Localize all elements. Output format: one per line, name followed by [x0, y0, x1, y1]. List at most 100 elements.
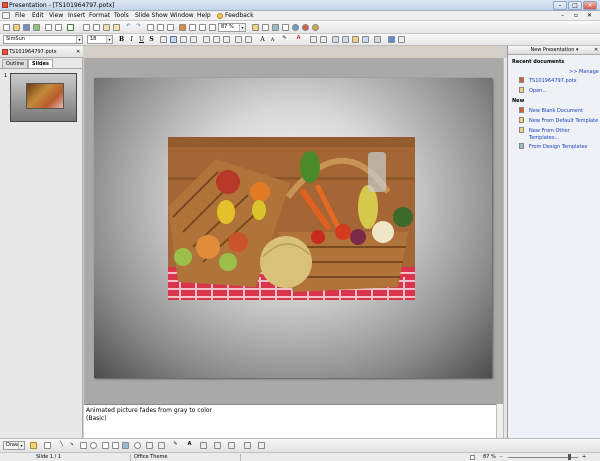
- align-center-icon[interactable]: [170, 36, 177, 43]
- document-tab[interactable]: TS101964797.potx ✕: [0, 46, 83, 58]
- menu-file[interactable]: File: [15, 12, 25, 19]
- zoom-slider-handle[interactable]: [568, 454, 571, 460]
- menu-help[interactable]: Help: [197, 12, 211, 19]
- numbering-icon[interactable]: [235, 36, 242, 43]
- task-pane-header[interactable]: New Presentation ▾: [508, 46, 600, 55]
- connector-icon[interactable]: [122, 442, 129, 449]
- text-color-icon[interactable]: A: [186, 442, 193, 449]
- print-preview-icon[interactable]: [55, 24, 62, 31]
- close-button[interactable]: ✕: [583, 1, 597, 10]
- copy-icon[interactable]: [93, 24, 100, 31]
- shadow-icon[interactable]: [146, 442, 153, 449]
- grid-icon[interactable]: [199, 24, 206, 31]
- underline-button[interactable]: U: [137, 36, 146, 44]
- maximize-button[interactable]: □: [568, 1, 582, 10]
- text-icon[interactable]: [102, 442, 109, 449]
- italic-button[interactable]: I: [127, 36, 136, 44]
- design-templates-link[interactable]: From Design Templates: [529, 144, 587, 150]
- manage-link[interactable]: >> Manage: [569, 69, 599, 75]
- stop-icon[interactable]: [302, 24, 309, 31]
- line-style-icon[interactable]: [200, 442, 207, 449]
- tab-slides[interactable]: Slides: [28, 59, 53, 68]
- menu-window[interactable]: Window: [170, 12, 194, 19]
- paste-icon[interactable]: [103, 24, 110, 31]
- line-spacing-1-icon[interactable]: [203, 36, 210, 43]
- doc-restore-button[interactable]: ▫: [574, 12, 578, 19]
- decrease-indent-icon[interactable]: [310, 36, 317, 43]
- arrow-icon[interactable]: ↘: [68, 442, 75, 449]
- slide-transition-icon[interactable]: [362, 36, 369, 43]
- align-left-icon[interactable]: [160, 36, 167, 43]
- new-blank-link[interactable]: New Blank Document: [529, 108, 583, 114]
- bold-button[interactable]: B: [117, 36, 126, 44]
- slide-sorter-icon[interactable]: [282, 24, 289, 31]
- line-spacing-2-icon[interactable]: [223, 36, 230, 43]
- close-icon[interactable]: ✕: [76, 46, 80, 58]
- navigator-icon[interactable]: [189, 24, 196, 31]
- rotate-icon[interactable]: [134, 442, 141, 449]
- menu-insert[interactable]: Insert: [68, 12, 85, 19]
- font-size-combo[interactable]: 18 ▾: [87, 35, 113, 44]
- menu-view[interactable]: View: [49, 12, 63, 19]
- dash-style-icon[interactable]: [214, 442, 221, 449]
- select-icon[interactable]: [30, 442, 37, 449]
- list-view-icon[interactable]: [398, 36, 405, 43]
- rectangle-icon[interactable]: [80, 442, 87, 449]
- export-icon[interactable]: [33, 24, 40, 31]
- home-icon[interactable]: [272, 24, 279, 31]
- chart-icon[interactable]: [147, 24, 154, 31]
- open-icon[interactable]: [13, 24, 20, 31]
- 3d-icon[interactable]: [158, 442, 165, 449]
- view-icon[interactable]: [470, 455, 475, 460]
- redo-icon[interactable]: ↷: [135, 24, 142, 31]
- arrow-style-icon[interactable]: [228, 442, 235, 449]
- table-icon[interactable]: [157, 24, 164, 31]
- increase-indent-icon[interactable]: [320, 36, 327, 43]
- print-icon[interactable]: [45, 24, 52, 31]
- assistant-icon[interactable]: [262, 24, 269, 31]
- spellcheck-icon[interactable]: [67, 24, 74, 31]
- menu-feedback[interactable]: Feedback: [225, 12, 254, 19]
- find-icon[interactable]: [252, 24, 259, 31]
- new-slide-icon[interactable]: [342, 36, 349, 43]
- new-default-template-link[interactable]: New From Default Template: [529, 118, 598, 124]
- zoom-in-icon[interactable]: +: [582, 453, 586, 461]
- menu-edit[interactable]: Edit: [32, 12, 44, 19]
- color-icon[interactable]: [312, 24, 319, 31]
- help-icon[interactable]: [292, 24, 299, 31]
- cut-icon[interactable]: [83, 24, 90, 31]
- slide-design-icon[interactable]: [332, 36, 339, 43]
- menu-format[interactable]: Format: [89, 12, 110, 19]
- zoom-combo[interactable]: 87 % ▾: [218, 23, 246, 32]
- format-painter-icon[interactable]: [113, 24, 120, 31]
- menu-slide-show[interactable]: Slide Show: [135, 12, 168, 19]
- minimize-button[interactable]: –: [553, 1, 567, 10]
- grow-font-button[interactable]: A: [258, 36, 267, 44]
- new-other-templates-link-cont[interactable]: Templates...: [529, 135, 559, 141]
- hyperlink-icon[interactable]: [179, 24, 186, 31]
- doc-minimize-button[interactable]: –: [561, 12, 564, 19]
- shrink-font-button[interactable]: A: [268, 36, 277, 44]
- line-icon[interactable]: ╲: [58, 442, 65, 449]
- save-icon[interactable]: [23, 24, 30, 31]
- highlight-icon[interactable]: ✎: [281, 36, 288, 43]
- fruit-basket-photo[interactable]: [168, 137, 415, 300]
- group-icon[interactable]: [44, 442, 51, 449]
- slide-layout-icon[interactable]: [209, 24, 216, 31]
- line-spacing-15-icon[interactable]: [213, 36, 220, 43]
- custom-animation-icon[interactable]: [352, 36, 359, 43]
- close-icon[interactable]: ✕: [594, 47, 598, 53]
- font-color-icon[interactable]: A: [295, 36, 302, 43]
- justify-icon[interactable]: [190, 36, 197, 43]
- freeform-icon[interactable]: [112, 442, 119, 449]
- menu-tools[interactable]: Tools: [114, 12, 129, 19]
- insert-rows-icon[interactable]: [167, 24, 174, 31]
- bullets-icon[interactable]: [245, 36, 252, 43]
- shadow-button[interactable]: S: [147, 36, 156, 44]
- task-pane-icon[interactable]: [388, 36, 395, 43]
- doc-close-button[interactable]: ✕: [587, 12, 592, 19]
- font-name-combo[interactable]: SimSun ▾: [3, 35, 83, 44]
- line-color-icon[interactable]: ✎: [172, 442, 179, 449]
- undo-icon[interactable]: ↶: [125, 24, 132, 31]
- draw-menu[interactable]: Draw ▾: [3, 441, 25, 450]
